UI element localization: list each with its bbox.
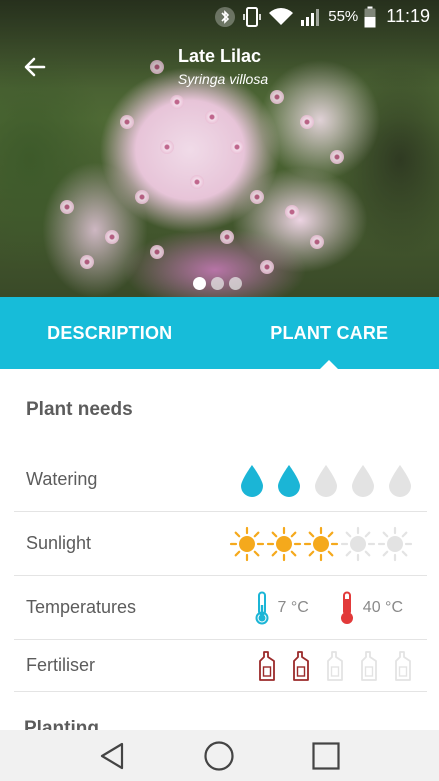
temp-max: 40 °C <box>339 591 403 625</box>
nav-recents-button[interactable] <box>308 738 344 774</box>
thermometer-cold-icon <box>255 591 268 624</box>
need-row-sunlight: Sunlight <box>14 512 427 576</box>
bluetooth-icon <box>214 6 236 28</box>
home-circle-icon <box>204 740 235 771</box>
water-drop-icon <box>389 464 411 497</box>
sun-icon <box>303 526 339 561</box>
sun-icon <box>377 526 413 561</box>
tab-plant-care[interactable]: PLANT CARE <box>220 297 439 369</box>
sunlight-rating <box>228 526 413 562</box>
water-drop-icon <box>315 464 337 497</box>
need-label: Watering <box>26 469 98 489</box>
recents-square-icon <box>312 741 340 770</box>
system-nav-bar <box>0 730 439 781</box>
plant-care-content[interactable]: Plant needs Watering Sunlight Temperatur… <box>0 369 439 730</box>
pager-dot-3[interactable] <box>229 277 242 290</box>
need-label: Fertiliser <box>26 655 96 675</box>
wifi-icon <box>268 7 294 27</box>
nav-home-button[interactable] <box>201 738 237 774</box>
clock: 11:19 <box>386 6 430 26</box>
water-drop-icon <box>278 464 300 497</box>
temp-min: 7 °C <box>254 591 309 625</box>
need-label: Temperatures <box>26 597 137 617</box>
status-bar: 55% 11:19 <box>0 0 439 33</box>
plant-latin-name: Syringa villosa <box>177 71 269 87</box>
vibrate-icon <box>242 6 262 28</box>
fertiliser-bottle-icon <box>327 650 343 681</box>
section-title-plant-needs: Plant needs <box>26 399 133 420</box>
plant-title: Late Lilac <box>177 46 262 66</box>
fertiliser-bottle-icon <box>361 650 377 681</box>
signal-icon <box>300 7 322 27</box>
fertiliser-bottle-icon <box>259 650 275 681</box>
temp-max-value: 40 °C <box>362 598 403 616</box>
temperature-range: 7 °C 40 °C <box>254 591 403 625</box>
fertiliser-rating <box>243 650 413 682</box>
back-triangle-icon <box>101 742 124 769</box>
fertiliser-bottle-icon <box>395 650 411 681</box>
need-row-fertiliser: Fertiliser <box>14 640 427 692</box>
pager-dot-1[interactable] <box>193 277 206 290</box>
fertiliser-bottle-icon <box>293 650 309 681</box>
section-title-planting: Planting <box>24 718 99 730</box>
need-row-temperatures: Temperatures 7 °C 40 °C <box>14 576 427 640</box>
water-drop-icon <box>352 464 374 497</box>
battery-percent: 55% <box>328 8 359 25</box>
tab-bar: DESCRIPTION PLANT CARE <box>0 297 439 369</box>
sun-icon <box>229 526 265 561</box>
pager-dot-2[interactable] <box>211 277 224 290</box>
sun-icon <box>340 526 376 561</box>
watering-rating <box>228 463 413 497</box>
battery-icon <box>364 6 376 28</box>
thermometer-hot-icon <box>340 591 353 624</box>
tab-description[interactable]: DESCRIPTION <box>0 297 220 369</box>
plant-hero-image[interactable] <box>0 0 439 297</box>
temp-min-value: 7 °C <box>277 598 309 616</box>
image-pager-dots <box>193 277 242 290</box>
nav-back-button[interactable] <box>95 738 131 774</box>
water-drop-icon <box>241 464 263 497</box>
sun-icon <box>266 526 302 561</box>
need-label: Sunlight <box>26 533 92 553</box>
need-row-watering: Watering <box>14 448 427 512</box>
